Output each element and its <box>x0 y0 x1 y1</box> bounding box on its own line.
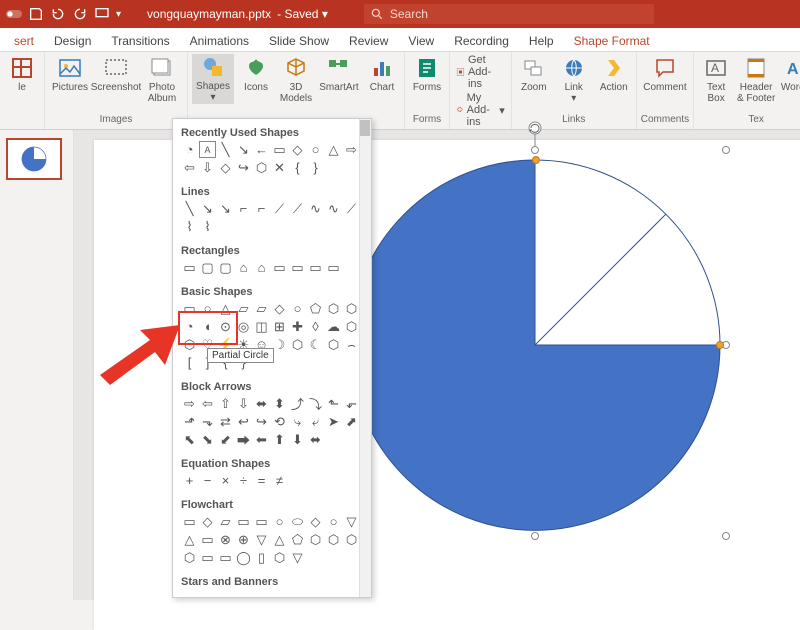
gallery-lines-shapes[interactable]: ╲↘↘⌐⌐⟋⟋∿∿⟋⌇⌇ <box>181 200 363 237</box>
selected-shape[interactable] <box>340 150 730 540</box>
3d-models-button[interactable]: 3D Models <box>278 54 314 104</box>
gallery-recently-shapes[interactable]: ◔A╲↘←▭◇○△⇨⇦⇩◇↪⬡✕{} <box>181 141 363 178</box>
wordart-button[interactable]: AWordA <box>778 54 800 93</box>
saved-status: - Saved ▾ <box>277 7 328 21</box>
gallery-heading-stars: Stars and Banners <box>181 572 363 590</box>
handle-s[interactable] <box>531 532 539 540</box>
text-box-button[interactable]: AText Box <box>698 54 734 104</box>
table-button[interactable]: le <box>4 54 40 93</box>
chart-button[interactable]: Chart <box>364 54 400 93</box>
title-bar: ▾ vongquaymayman.pptx - Saved ▾ Search <box>0 0 800 28</box>
tab-review[interactable]: Review <box>339 31 398 51</box>
pictures-button[interactable]: Pictures <box>49 54 91 93</box>
shapes-button[interactable]: Shapes▾ <box>192 54 234 104</box>
my-addins-button[interactable]: My Add-ins ▾ <box>456 92 505 128</box>
tab-insert[interactable]: sert <box>4 31 44 51</box>
shape-tooltip: Partial Circle <box>207 348 274 363</box>
svg-text:A: A <box>711 61 719 75</box>
tab-transitions[interactable]: Transitions <box>101 31 179 51</box>
comment-button[interactable]: Comment <box>644 54 686 93</box>
slide-thumbnail-1[interactable] <box>6 138 62 180</box>
tab-recording[interactable]: Recording <box>444 31 519 51</box>
tab-animations[interactable]: Animations <box>180 31 259 51</box>
thumbnail-panel <box>0 130 74 600</box>
adjust-handle-1[interactable] <box>532 156 540 164</box>
file-name: vongquaymayman.pptx <box>147 7 271 21</box>
gallery-heading-lines: Lines <box>181 182 363 200</box>
ribbon: le Pictures Screenshot Photo Album Image… <box>0 52 800 130</box>
header-footer-button[interactable]: Header & Footer <box>738 54 774 104</box>
gallery-heading-recently: Recently Used Shapes <box>181 123 363 141</box>
get-addins-button[interactable]: Get Add-ins <box>456 54 505 90</box>
search-input[interactable]: Search <box>364 4 654 24</box>
link-button[interactable]: Link▾ <box>556 54 592 104</box>
smartart-button[interactable]: SmartArt <box>318 54 360 93</box>
autosave-toggle[interactable] <box>6 6 22 22</box>
gallery-flowchart-shapes[interactable]: ▭◇▱▭▭○⬭◇○▽△▭⊗⊕▽△⬠⬡⬡⬡⬡▭▭◯▯⬡▽ <box>181 513 363 568</box>
tab-help[interactable]: Help <box>519 31 564 51</box>
handle-n[interactable] <box>531 146 539 154</box>
gallery-rectangles-shapes[interactable]: ▭▢▢⌂⌂▭▭▭▭ <box>181 259 363 278</box>
tab-slideshow[interactable]: Slide Show <box>259 31 339 51</box>
gallery-equation-shapes[interactable]: +−×÷=≠ <box>181 472 363 491</box>
redo-icon[interactable] <box>72 6 88 22</box>
gallery-heading-blockarrows: Block Arrows <box>181 377 363 395</box>
svg-text:A: A <box>787 61 799 78</box>
undo-icon[interactable] <box>50 6 66 22</box>
tab-view[interactable]: View <box>398 31 444 51</box>
thumbnail-shape-icon <box>19 144 49 174</box>
action-button[interactable]: Action <box>596 54 632 93</box>
search-icon <box>370 7 384 21</box>
shapes-gallery: Recently Used Shapes ◔A╲↘←▭◇○△⇨⇦⇩◇↪⬡✕{} … <box>172 118 372 598</box>
zoom-button[interactable]: Zoom <box>516 54 552 93</box>
screenshot-button[interactable]: Screenshot <box>95 54 137 93</box>
tab-shape-format[interactable]: Shape Format <box>564 31 660 51</box>
icons-button[interactable]: Icons <box>238 54 274 93</box>
handle-se[interactable] <box>722 532 730 540</box>
gallery-blockarrows-shapes[interactable]: ⇨⇦⇧⇩⬌⬍⤴⤵⬑⬐⬏⬎⇄↩↪⟲⤷⤶➤⬈⬉⬊⬋⮕⬅⬆⬇⬌ <box>181 395 363 450</box>
gallery-heading-rectangles: Rectangles <box>181 241 363 259</box>
forms-button[interactable]: Forms <box>409 54 445 93</box>
adjust-handle-2[interactable] <box>716 341 724 349</box>
gallery-heading-flowchart: Flowchart <box>181 495 363 513</box>
present-icon[interactable] <box>94 6 110 22</box>
gallery-heading-basic: Basic Shapes <box>181 282 363 300</box>
tab-design[interactable]: Design <box>44 31 101 51</box>
photo-album-button[interactable]: Photo Album <box>141 54 183 104</box>
handle-ne[interactable] <box>722 146 730 154</box>
gallery-heading-equation: Equation Shapes <box>181 454 363 472</box>
save-icon[interactable] <box>28 6 44 22</box>
annotation-arrow <box>95 310 185 390</box>
ribbon-tabs: sert Design Transitions Animations Slide… <box>0 28 800 52</box>
